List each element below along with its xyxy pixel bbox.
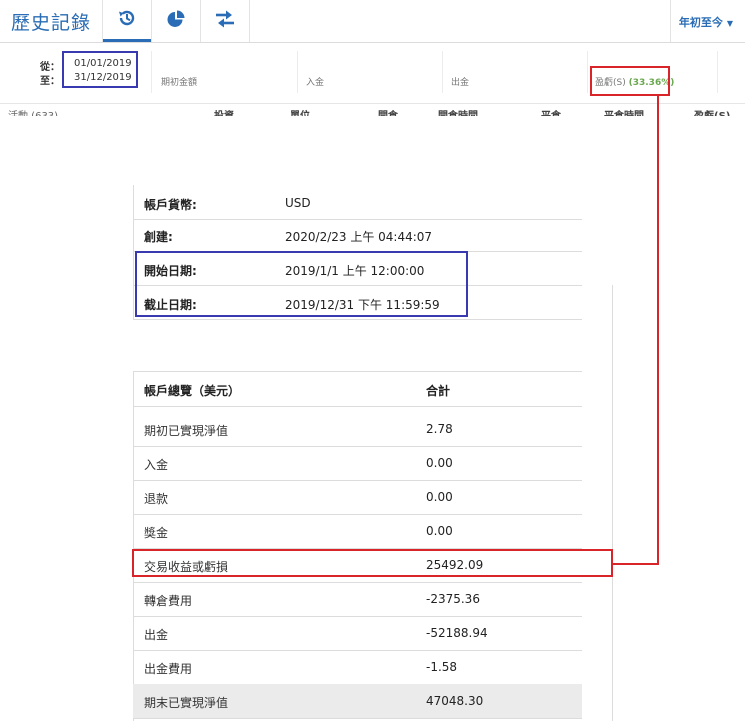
row-value: 0.00	[426, 456, 453, 470]
deposit-label: 入金	[306, 78, 325, 88]
overview-row-opening-equity: 期初已實現淨值 2.78	[133, 412, 582, 447]
account-currency-row: 帳戶貨幣: USD	[133, 185, 582, 220]
from-label: 從：	[40, 62, 60, 73]
row-value: 2.78	[426, 422, 453, 436]
divider	[717, 51, 718, 93]
divider	[612, 285, 613, 721]
created-row: 創建: 2020/2/23 上午 04:44:07	[133, 217, 582, 252]
account-overview: 帳戶總覽（美元） 合計 期初已實現淨值 2.78 入金 0.00 退款 0.00…	[133, 371, 582, 719]
opening-balance-label: 期初金額	[161, 78, 198, 88]
row-value: 2020/2/23 上午 04:44:07	[285, 230, 433, 244]
activity-count: 活動 (633)	[8, 107, 58, 116]
col-profit-loss[interactable]: 盈虧(S)	[694, 107, 730, 116]
profit-loss-highlight	[590, 66, 670, 96]
overview-row-deposit: 入金 0.00	[133, 446, 582, 481]
row-value: -1.58	[426, 660, 458, 674]
top-bar: 歷史記錄 年初至今 ▼	[0, 0, 745, 43]
row-label: 獎金	[144, 526, 169, 540]
overview-row-rollover-fee: 轉倉費用 -2375.36	[133, 582, 582, 617]
row-value: 0.00	[426, 524, 453, 538]
col-investment[interactable]: 投資	[214, 107, 234, 116]
overview-row-withdrawal-fee: 出金費用 -1.58	[133, 650, 582, 685]
divider	[442, 51, 443, 93]
activity-table-header: 活動 (633) 投資 單位 開倉 開倉時間 平倉 平倉時間 盈虧(S)	[0, 104, 745, 116]
divider	[587, 51, 588, 93]
overview-header-row: 帳戶總覽（美元） 合計	[133, 372, 582, 407]
divider	[151, 51, 152, 93]
row-label: 入金	[144, 458, 169, 472]
period-dropdown[interactable]: 年初至今 ▼	[679, 14, 733, 30]
pie-chart-icon	[166, 9, 186, 33]
col-open-time[interactable]: 開倉時間	[438, 107, 478, 116]
row-label: 出金費用	[144, 662, 193, 676]
trading-pl-highlight	[132, 549, 613, 577]
history-icon	[117, 8, 137, 32]
to-label: 至：	[40, 76, 60, 87]
row-label: 退款	[144, 492, 169, 506]
divider	[249, 0, 250, 42]
col-open[interactable]: 開倉	[378, 107, 398, 116]
row-value: 0.00	[426, 490, 453, 504]
divider	[670, 0, 671, 42]
row-value: USD	[285, 196, 311, 210]
row-label: 期末已實現淨值	[144, 696, 229, 710]
row-label: 帳戶貨幣:	[144, 198, 197, 212]
divider	[297, 51, 298, 93]
page-title: 歷史記錄	[11, 12, 92, 34]
date-range-highlight	[62, 51, 138, 88]
row-label: 創建:	[144, 230, 173, 244]
row-label: 轉倉費用	[144, 594, 193, 608]
col-close[interactable]: 平倉	[541, 107, 561, 116]
overview-title: 帳戶總覽（美元）	[144, 384, 241, 398]
row-label: 出金	[144, 628, 169, 642]
overview-row-withdrawal: 出金 -52188.94	[133, 616, 582, 651]
tab-history[interactable]	[103, 0, 151, 42]
tab-transactions[interactable]	[201, 0, 249, 42]
connector-line	[657, 95, 659, 565]
connector-line	[611, 563, 659, 565]
period-label: 年初至今	[678, 16, 723, 29]
divider	[133, 185, 134, 319]
tab-overview[interactable]	[152, 0, 200, 42]
overview-total-header: 合計	[426, 384, 451, 398]
row-label: 期初已實現淨值	[144, 424, 229, 438]
row-value: -52188.94	[426, 626, 488, 640]
overview-row-bonus: 獎金 0.00	[133, 514, 582, 549]
chevron-down-icon: ▼	[726, 19, 733, 28]
transfer-arrows-icon	[214, 9, 236, 33]
overview-row-closing-equity: 期末已實現淨值 47048.30	[133, 684, 582, 719]
withdraw-label: 出金	[451, 78, 470, 88]
col-close-time[interactable]: 平倉時間	[604, 107, 644, 116]
row-value: -2375.36	[426, 592, 480, 606]
report-dates-highlight	[135, 251, 468, 317]
overview-row-refund: 退款 0.00	[133, 480, 582, 515]
col-units[interactable]: 單位	[290, 107, 310, 116]
row-value: 47048.30	[426, 694, 484, 708]
